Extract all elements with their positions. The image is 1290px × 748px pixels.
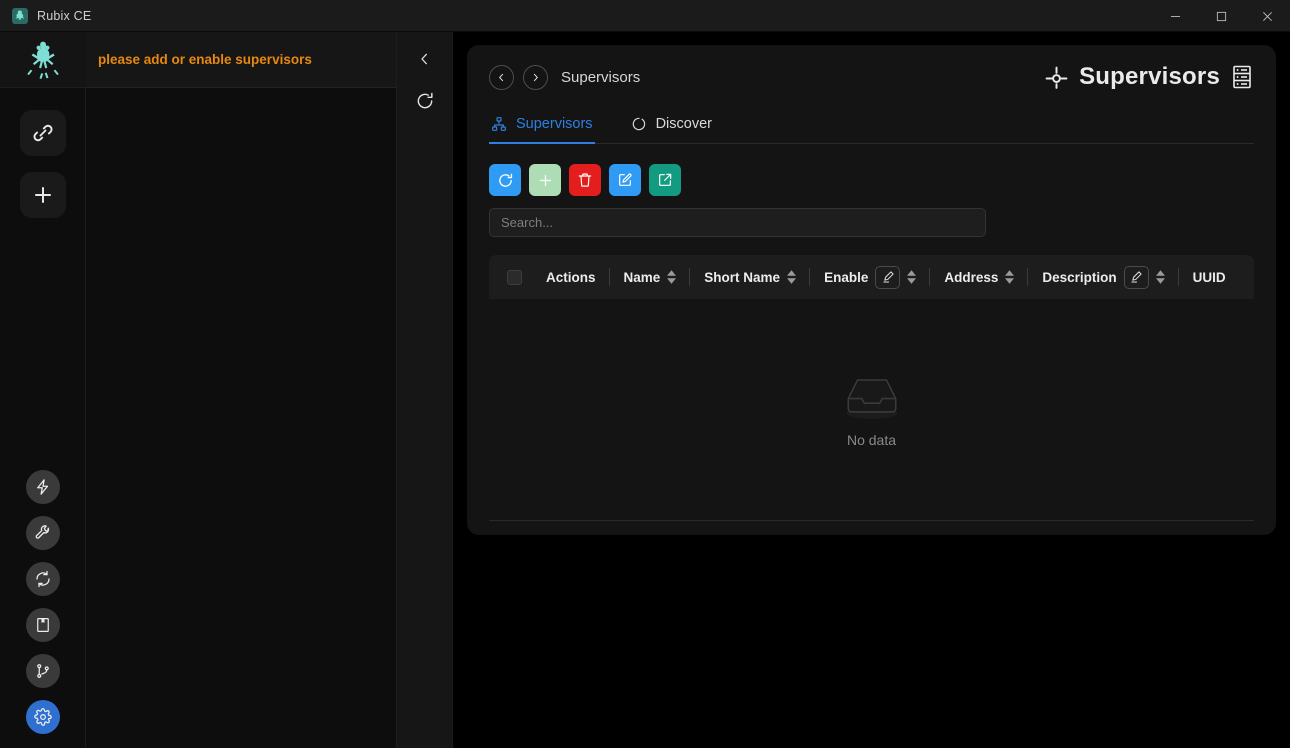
search-row (489, 208, 1254, 237)
select-all-checkbox[interactable] (507, 269, 522, 285)
chevron-left-circle-icon[interactable] (489, 64, 514, 90)
chevron-left-icon[interactable] (410, 46, 440, 72)
app-title: Rubix CE (37, 8, 92, 23)
th-name: Name (610, 255, 691, 299)
main-content: Supervisors Supervisors Supervisors Disc… (453, 32, 1290, 748)
plus-icon[interactable] (19, 172, 66, 218)
th-select-all (489, 255, 532, 299)
sort-short-name[interactable] (787, 270, 797, 284)
th-description: Description (1028, 255, 1179, 299)
card-header: Supervisors Supervisors (489, 63, 1254, 91)
sync-icon[interactable] (25, 562, 60, 596)
sort-description[interactable] (1155, 270, 1165, 284)
table-header-row: Actions Name Short Name Enable Address D… (489, 255, 1254, 299)
minimize-icon[interactable] (1152, 0, 1198, 32)
th-description-label: Description (1042, 269, 1117, 285)
close-icon[interactable] (1244, 0, 1290, 32)
export-button[interactable] (649, 164, 681, 196)
th-address-label: Address (944, 269, 999, 285)
gear-icon[interactable] (25, 700, 60, 734)
maximize-icon[interactable] (1198, 0, 1244, 32)
app-body: please add or enable supervisors Supervi… (0, 32, 1290, 748)
inbox-icon (839, 371, 905, 423)
title-bar-left: Rubix CE (0, 7, 92, 24)
th-short-name-label: Short Name (704, 269, 781, 285)
window-controls (1152, 0, 1290, 32)
th-enable: Enable (810, 255, 931, 299)
th-actions: Actions (532, 255, 610, 299)
tab-supervisors-label: Supervisors (516, 116, 593, 132)
supervisors-table: Actions Name Short Name Enable Address D… (489, 255, 1254, 521)
empty-state-text: No data (846, 432, 897, 448)
lightning-icon[interactable] (25, 470, 60, 504)
filter-enable-icon[interactable] (875, 265, 901, 289)
nav-banner: please add or enable supervisors (86, 32, 396, 88)
breadcrumb: Supervisors (489, 64, 640, 90)
th-short-name: Short Name (690, 255, 810, 299)
empty-state: No data (839, 371, 905, 448)
supervisors-card: Supervisors Supervisors Supervisors Disc… (467, 45, 1276, 535)
nav-panel: please add or enable supervisors (86, 32, 397, 748)
sort-enable[interactable] (907, 270, 917, 284)
refresh-button[interactable] (489, 164, 521, 196)
table-toolbar (489, 164, 1254, 196)
icon-rail (0, 32, 86, 748)
app-window: Rubix CE please add or enable supervisor… (0, 0, 1290, 748)
search-input[interactable] (489, 208, 986, 237)
tab-bar: Supervisors Discover (489, 111, 1254, 144)
th-uuid: UUID (1179, 255, 1240, 299)
page-title-text: Supervisors (1079, 63, 1220, 90)
tab-discover-label: Discover (655, 116, 712, 132)
nav-banner-text: please add or enable supervisors (98, 52, 312, 67)
page-title: Supervisors (1044, 63, 1254, 91)
th-name-label: Name (623, 269, 661, 285)
tab-discover[interactable]: Discover (629, 111, 714, 144)
wrench-icon[interactable] (25, 516, 60, 550)
th-actions-label: Actions (546, 269, 596, 285)
link-icon[interactable] (19, 110, 66, 156)
book-icon[interactable] (25, 608, 60, 642)
git-branch-icon[interactable] (25, 654, 60, 688)
frog-logo (0, 32, 86, 88)
delete-button[interactable] (569, 164, 601, 196)
sort-address[interactable] (1005, 270, 1015, 284)
sitemap-icon (491, 116, 507, 132)
th-uuid-label: UUID (1192, 269, 1226, 285)
panel-control-strip (397, 32, 453, 748)
chevron-right-circle-icon[interactable] (523, 64, 548, 90)
refresh-icon[interactable] (410, 88, 440, 114)
tab-supervisors[interactable]: Supervisors (489, 111, 595, 144)
th-enable-label: Enable (824, 269, 869, 285)
breadcrumb-label[interactable]: Supervisors (561, 69, 640, 86)
frog-icon (12, 7, 28, 24)
add-button[interactable] (529, 164, 561, 196)
crosshair-icon (1044, 65, 1069, 90)
rail-top-actions (19, 110, 66, 218)
loading-circle-icon (631, 116, 647, 132)
table-body: No data (489, 299, 1254, 521)
edit-button[interactable] (609, 164, 641, 196)
sort-name[interactable] (667, 270, 677, 284)
th-address: Address (930, 255, 1029, 299)
rail-bottom-actions (0, 470, 85, 734)
title-bar: Rubix CE (0, 0, 1290, 32)
filter-description-icon[interactable] (1123, 265, 1149, 289)
nav-tree[interactable] (86, 88, 396, 748)
server-rack-icon (1230, 64, 1254, 90)
